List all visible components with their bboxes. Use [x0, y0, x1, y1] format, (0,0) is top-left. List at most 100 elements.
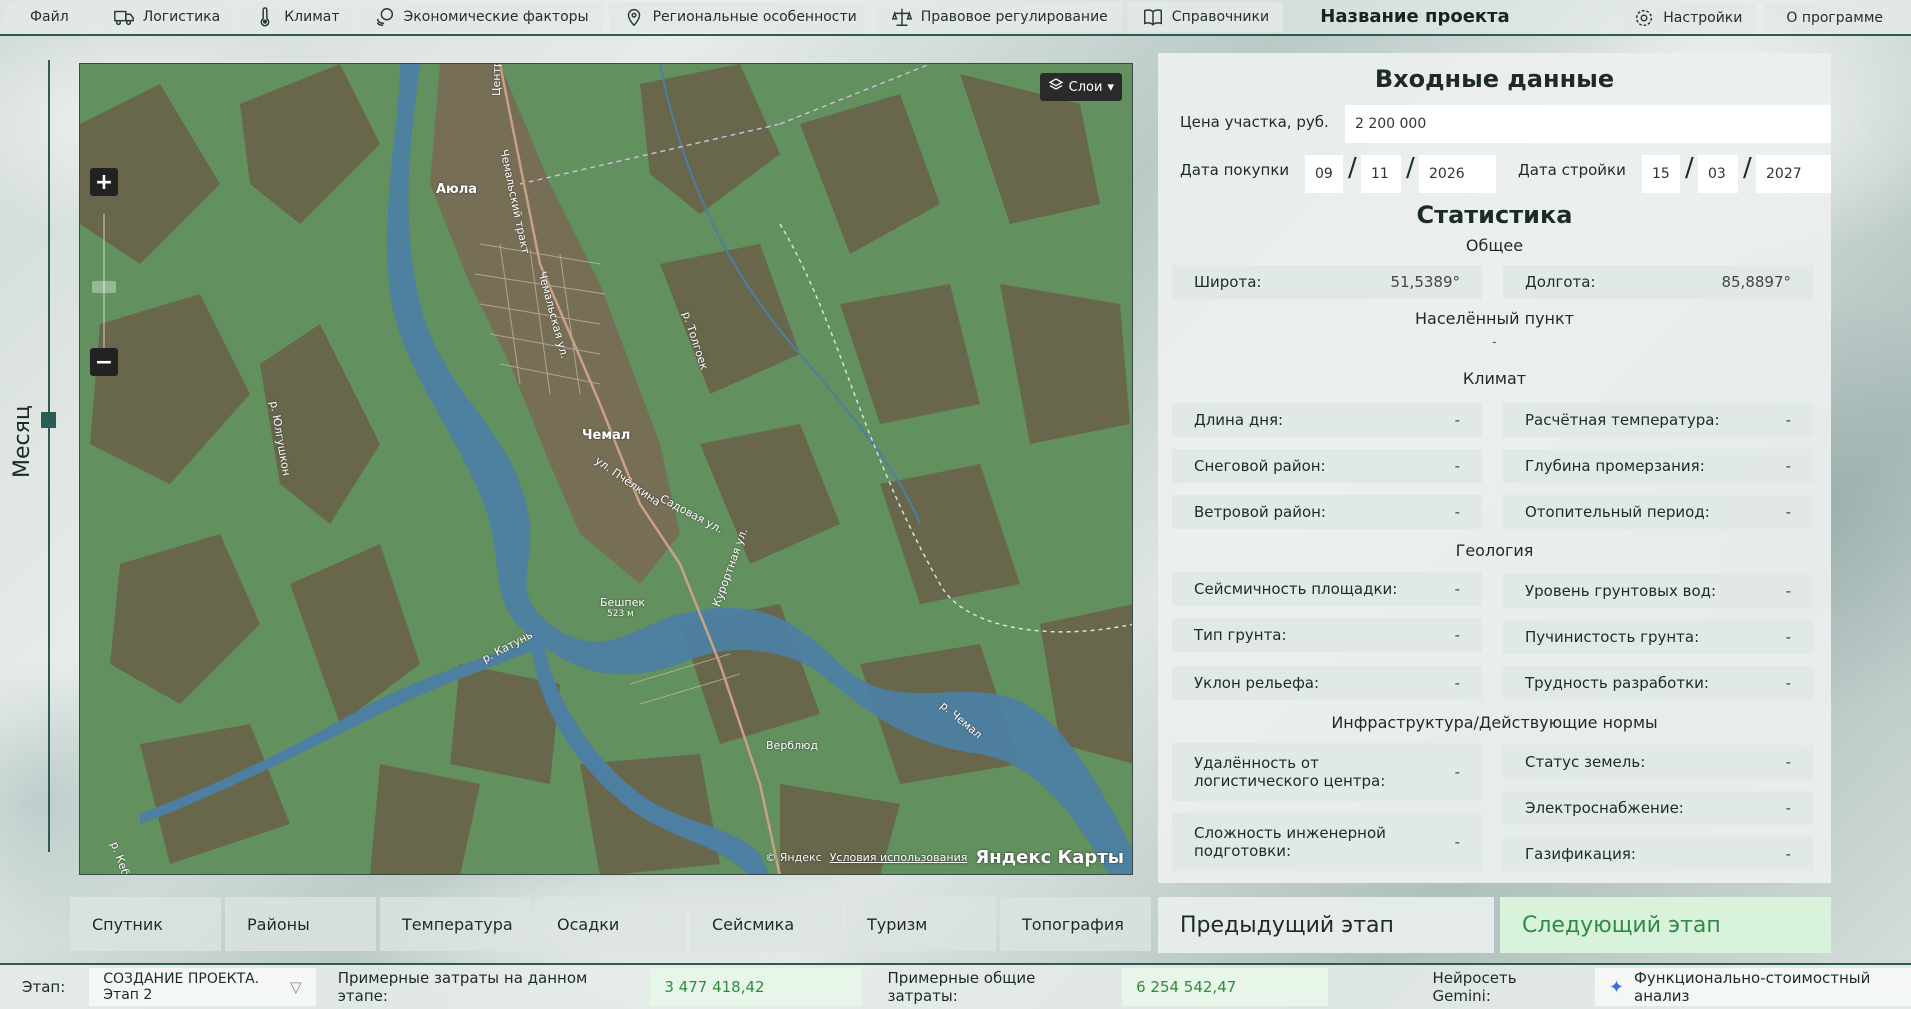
stage-select-value: СОЗДАНИЕ ПРОЕКТА. Этап 2	[103, 971, 260, 1003]
ai-analysis-button[interactable]: ✦ Функционально-стоимостный анализ	[1594, 968, 1911, 1006]
place-chemal: Чемал	[582, 428, 631, 443]
menu-regional[interactable]: Региональные особенности	[608, 2, 871, 32]
geology-cell: Трудность разработки: -	[1503, 666, 1813, 700]
coins-icon	[374, 6, 396, 28]
map-attribution: © Яндекс Условия использования Яндекс Ка…	[765, 847, 1124, 868]
climate-label: Отопительный период:	[1525, 503, 1710, 521]
longitude-value: 85,8897°	[1721, 273, 1791, 291]
infra-cell: Газификация: -	[1503, 837, 1813, 871]
thermometer-icon	[254, 6, 276, 28]
geology-label: Сейсмичность площадки:	[1194, 580, 1398, 598]
geology-cell: Пучинистость грунта: -	[1503, 620, 1813, 654]
climate-label: Ветровой район:	[1194, 503, 1326, 521]
climate-cell: Ветровой район: -	[1172, 495, 1482, 529]
purchase-day-input[interactable]	[1305, 155, 1343, 193]
geology-label: Уклон рельефа:	[1194, 674, 1320, 692]
infra-value: -	[1454, 763, 1460, 781]
month-slider-track[interactable]	[48, 60, 50, 852]
geology-value: -	[1454, 674, 1460, 692]
menu-file[interactable]: Файл	[6, 2, 93, 32]
date-separator: /	[1406, 153, 1415, 183]
geology-cell: Сейсмичность площадки: -	[1172, 572, 1482, 606]
climate-cell: Глубина промерзания: -	[1503, 449, 1813, 483]
locality-value: -	[1492, 335, 1497, 350]
place-beshpek-height: 523 м	[607, 609, 634, 619]
map-copyright: © Яндекс	[765, 851, 822, 864]
locality-section-title: Населённый пункт	[1415, 309, 1574, 328]
purchase-year-input[interactable]	[1419, 155, 1496, 193]
project-title[interactable]: Название проекта	[1250, 6, 1580, 27]
map-view[interactable]: + − Слои ▾ Аюла Чемал Бешпек 523 м Вербл…	[79, 63, 1133, 875]
truck-icon	[113, 6, 135, 28]
zoom-in-button[interactable]: +	[90, 168, 118, 196]
longitude-label: Долгота:	[1525, 273, 1596, 291]
place-beshpek: Бешпек	[600, 596, 645, 609]
climate-cell: Отопительный период: -	[1503, 495, 1813, 529]
input-data-panel: Входные данные Цена участка, руб. Дата п…	[1158, 53, 1831, 883]
menu-economic[interactable]: Экономические факторы	[359, 2, 603, 32]
month-slider-label: Месяц	[10, 405, 35, 478]
price-input[interactable]	[1345, 105, 1831, 143]
tab-districts[interactable]: Районы	[225, 897, 376, 951]
latitude-cell: Широта: 51,5389°	[1172, 265, 1482, 299]
geology-label: Уровень грунтовых вод:	[1525, 582, 1717, 600]
tab-tourism[interactable]: Туризм	[845, 897, 996, 951]
infra-label: Газификация:	[1525, 845, 1636, 863]
menu-logistics[interactable]: Логистика	[98, 2, 235, 32]
build-day-input[interactable]	[1642, 155, 1680, 193]
map-terms-link[interactable]: Условия использования	[830, 851, 968, 864]
purchase-month-input[interactable]	[1361, 155, 1401, 193]
menu-economic-label: Экономические факторы	[403, 9, 589, 25]
climate-value: -	[1454, 457, 1460, 475]
infra-label: Сложность инженерной подготовки:	[1194, 824, 1386, 860]
chevron-down-icon: ▽	[290, 978, 302, 996]
tab-topography[interactable]: Топография	[1000, 897, 1151, 951]
menu-climate-label: Климат	[284, 9, 340, 25]
infrastructure-section-title: Инфраструктура/Действующие нормы	[1331, 713, 1658, 732]
infra-value: -	[1454, 833, 1460, 851]
menu-regional-label: Региональные особенности	[652, 9, 857, 25]
general-section-title: Общее	[1465, 236, 1524, 255]
tab-seismic[interactable]: Сейсмика	[690, 897, 841, 951]
layers-button[interactable]: Слои ▾	[1039, 73, 1122, 101]
climate-value: -	[1454, 411, 1460, 429]
climate-cell: Расчётная температура: -	[1503, 403, 1813, 437]
stage-label: Этап:	[22, 978, 66, 996]
about-button[interactable]: О программе	[1764, 3, 1905, 33]
about-label: О программе	[1786, 10, 1883, 26]
next-stage-button[interactable]: Следующий этап	[1500, 897, 1831, 953]
menu-legal[interactable]: Правовое регулирование	[876, 2, 1122, 32]
location-pin-icon	[623, 6, 645, 28]
tab-precipitation[interactable]: Осадки	[535, 897, 686, 951]
panel-title: Входные данные	[1374, 65, 1615, 93]
geology-value: -	[1785, 582, 1791, 600]
map-brand-logo[interactable]: Яндекс Карты	[975, 847, 1124, 868]
geology-label: Пучинистость грунта:	[1525, 628, 1700, 646]
total-cost-label: Примерные общие затраты:	[887, 969, 1036, 1005]
menu-logistics-label: Логистика	[142, 9, 221, 25]
geology-value: -	[1785, 674, 1791, 692]
climate-cell: Снеговой район: -	[1172, 449, 1482, 483]
climate-label: Снеговой район:	[1194, 457, 1326, 475]
date-separator: /	[1743, 153, 1752, 183]
longitude-cell: Долгота: 85,8897°	[1503, 265, 1813, 299]
road-central: Централ	[490, 63, 503, 96]
geology-cell: Уклон рельефа: -	[1172, 666, 1482, 700]
zoom-handle[interactable]	[92, 281, 116, 293]
build-year-input[interactable]	[1756, 155, 1831, 193]
tab-satellite[interactable]: Спутник	[70, 897, 221, 951]
infra-label: Электроснабжение:	[1525, 799, 1684, 817]
stage-select[interactable]: СОЗДАНИЕ ПРОЕКТА. Этап 2 ▽	[89, 968, 316, 1006]
zoom-out-button[interactable]: −	[90, 348, 118, 376]
previous-stage-button[interactable]: Предыдущий этап	[1158, 897, 1494, 953]
menu-climate[interactable]: Климат	[240, 2, 354, 32]
climate-label: Длина дня:	[1194, 411, 1284, 429]
infra-label: Удалённость от логистического центра:	[1194, 754, 1386, 790]
climate-value: -	[1785, 457, 1791, 475]
month-slider-thumb[interactable]	[41, 412, 56, 428]
place-verblyud: Верблюд	[766, 739, 818, 752]
build-month-input[interactable]	[1698, 155, 1738, 193]
settings-button[interactable]: Настройки	[1619, 3, 1757, 33]
stage-cost-label: Примерные затраты на данном этапе:	[337, 969, 588, 1005]
tab-temperature[interactable]: Температура	[380, 897, 531, 951]
